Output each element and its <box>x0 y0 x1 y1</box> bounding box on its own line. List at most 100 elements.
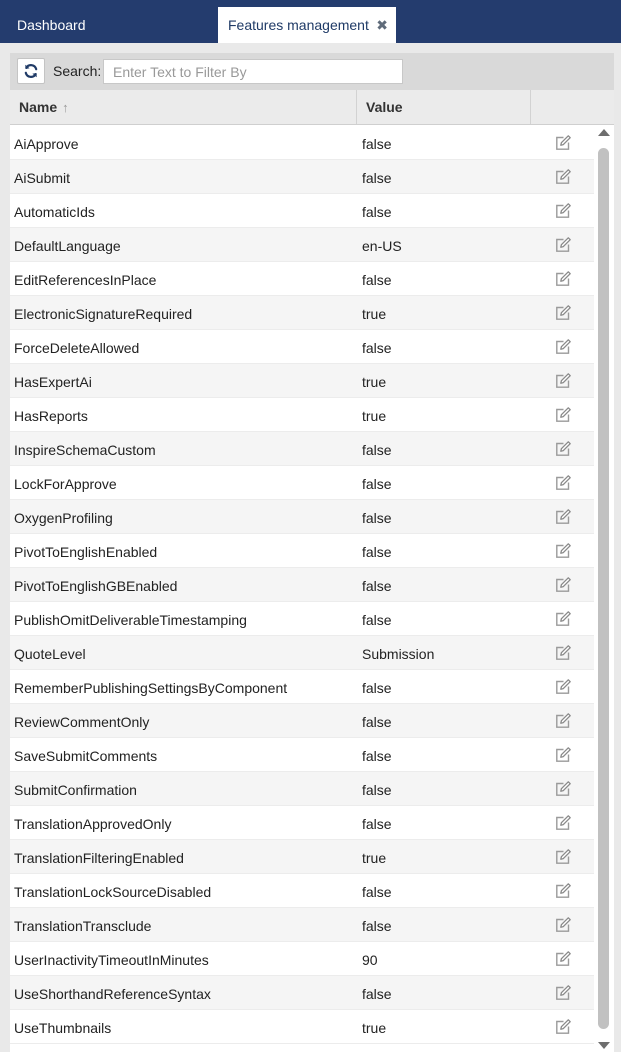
edit-icon[interactable] <box>554 984 572 1002</box>
feature-name-cell: RememberPublishingSettingsByComponent <box>14 680 288 696</box>
edit-icon[interactable] <box>554 474 572 492</box>
search-input[interactable] <box>103 59 403 84</box>
feature-value-cell: false <box>362 782 392 798</box>
edit-icon[interactable] <box>554 168 572 186</box>
feature-value-cell: false <box>362 340 392 356</box>
table-row: AutomaticIds false <box>10 194 594 228</box>
feature-name-cell: PivotToEnglishEnabled <box>14 544 158 560</box>
tab-dashboard[interactable]: Dashboard <box>17 7 86 43</box>
edit-icon[interactable] <box>554 576 572 594</box>
feature-value-cell: false <box>362 204 392 220</box>
edit-icon[interactable] <box>554 304 572 322</box>
edit-icon[interactable] <box>554 270 572 288</box>
table-row: SubmitConfirmation false <box>10 772 594 806</box>
feature-name-cell: ForceDeleteAllowed <box>14 340 140 356</box>
feature-name-cell: UseShorthandReferenceSyntax <box>14 986 211 1002</box>
table-row: PivotToEnglishGBEnabled false <box>10 568 594 602</box>
feature-value-cell: true <box>362 374 387 390</box>
feature-name-cell: TranslationFilteringEnabled <box>14 850 184 866</box>
feature-name-cell: DefaultLanguage <box>14 238 121 254</box>
grid-body: AiApprove false AiSubmit false AutomaticIds f… <box>10 126 594 1052</box>
table-row: UseShorthandReferenceSyntax false <box>10 976 594 1010</box>
edit-icon[interactable] <box>554 678 572 696</box>
feature-name-cell: SaveSubmitComments <box>14 748 158 764</box>
table-row: AiSubmit false <box>10 160 594 194</box>
edit-icon[interactable] <box>554 712 572 730</box>
edit-icon[interactable] <box>554 746 572 764</box>
feature-value-cell: 90 <box>362 952 378 968</box>
table-row: TranslationApprovedOnly false <box>10 806 594 840</box>
edit-icon[interactable] <box>554 406 572 424</box>
edit-icon[interactable] <box>554 644 572 662</box>
scrollbar-thumb[interactable] <box>598 148 609 1029</box>
table-row: RememberPublishingSettingsByComponent fal… <box>10 670 594 704</box>
table-row: QuoteLevel Submission <box>10 636 594 670</box>
table-row: InspireSchemaCustom false <box>10 432 594 466</box>
table-row: OxygenProfiling false <box>10 500 594 534</box>
feature-name-cell: HasExpertAi <box>14 374 92 390</box>
table-row: UseThumbnails true <box>10 1010 594 1044</box>
edit-icon[interactable] <box>554 950 572 968</box>
refresh-button[interactable] <box>17 58 45 84</box>
scroll-up-arrow-icon[interactable] <box>598 129 610 136</box>
feature-value-cell: en-US <box>362 238 402 254</box>
edit-icon[interactable] <box>554 372 572 390</box>
table-row: AiApprove false <box>10 126 594 160</box>
tab-bar: Dashboard Features management ✖ <box>0 0 621 43</box>
column-header-value-label: Value <box>366 99 403 115</box>
feature-value-cell: false <box>362 918 392 934</box>
table-row: HasExpertAi true <box>10 364 594 398</box>
feature-value-cell: false <box>362 136 392 152</box>
edit-icon[interactable] <box>554 814 572 832</box>
edit-icon[interactable] <box>554 916 572 934</box>
edit-icon[interactable] <box>554 882 572 900</box>
edit-icon[interactable] <box>554 508 572 526</box>
table-row: PublishOmitDeliverableTimestamping false <box>10 602 594 636</box>
edit-icon[interactable] <box>554 440 572 458</box>
table-row: LockForApprove false <box>10 466 594 500</box>
edit-icon[interactable] <box>554 338 572 356</box>
column-header-name[interactable]: Name ↑ <box>10 90 357 124</box>
edit-icon[interactable] <box>554 134 572 152</box>
feature-name-cell: TranslationApprovedOnly <box>14 816 172 832</box>
grid-toolbar: Search: <box>10 53 614 90</box>
column-header-value[interactable]: Value <box>357 90 531 124</box>
edit-icon[interactable] <box>554 780 572 798</box>
edit-icon[interactable] <box>554 202 572 220</box>
column-header-name-label: Name <box>19 99 58 115</box>
feature-name-cell: ReviewCommentOnly <box>14 714 150 730</box>
feature-value-cell: false <box>362 612 392 628</box>
table-row: ElectronicSignatureRequired true <box>10 296 594 330</box>
table-row: EditReferencesInPlace false <box>10 262 594 296</box>
feature-name-cell: LockForApprove <box>14 476 117 492</box>
feature-name-cell: PivotToEnglishGBEnabled <box>14 578 178 594</box>
feature-value-cell: Submission <box>362 646 435 662</box>
features-grid-container: Search: Name↑ Value AiApprove false AiSubm… <box>10 53 614 1052</box>
edit-icon[interactable] <box>554 848 572 866</box>
feature-name-cell: QuoteLevel <box>14 646 86 662</box>
feature-name-cell: AiApprove <box>14 136 79 152</box>
table-row: TranslationLockSourceDisabled false <box>10 874 594 908</box>
feature-value-cell: false <box>362 442 392 458</box>
close-icon[interactable]: ✖ <box>376 7 388 43</box>
features-panel: Search: Name↑ Value AiApprove false AiSubm… <box>0 43 621 1052</box>
feature-name-cell: PublishOmitDeliverableTimestamping <box>14 612 247 628</box>
feature-name-cell: UserInactivityTimeoutInMinutes <box>14 952 209 968</box>
scroll-down-arrow-icon[interactable] <box>598 1042 610 1049</box>
table-row: SaveSubmitComments false <box>10 738 594 772</box>
edit-icon[interactable] <box>554 1018 572 1036</box>
vertical-scrollbar[interactable] <box>597 126 611 1052</box>
column-header-actions <box>531 90 614 124</box>
feature-name-cell: TranslationLockSourceDisabled <box>14 884 212 900</box>
tab-features-management[interactable]: Features management ✖ <box>218 7 396 43</box>
feature-value-cell: false <box>362 272 392 288</box>
table-row: ForceDeleteAllowed false <box>10 330 594 364</box>
feature-value-cell: false <box>362 714 392 730</box>
table-row: PivotToEnglishEnabled false <box>10 534 594 568</box>
search-label: Search: <box>53 63 102 79</box>
feature-value-cell: false <box>362 510 392 526</box>
edit-icon[interactable] <box>554 542 572 560</box>
table-row: TranslationFilteringEnabled true <box>10 840 594 874</box>
edit-icon[interactable] <box>554 610 572 628</box>
edit-icon[interactable] <box>554 236 572 254</box>
